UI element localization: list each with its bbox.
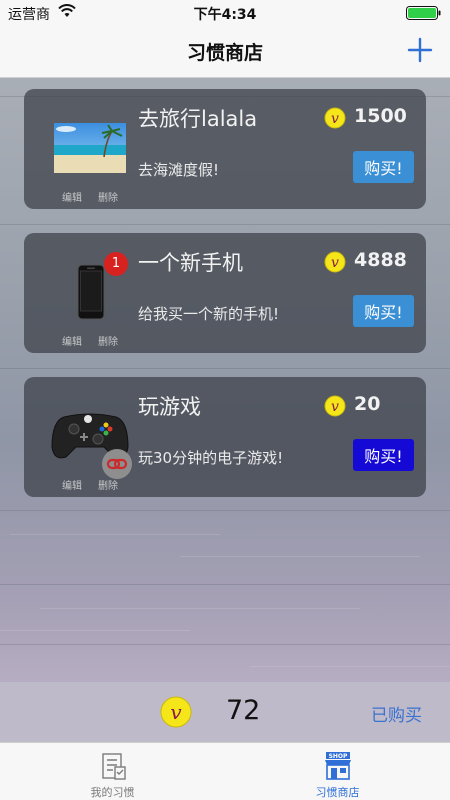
shop-item-list[interactable]: 去旅行lalala v 1500 去海滩度假! 购买! 编辑 删除 1 一个新手… xyxy=(0,78,450,682)
coin-icon: v xyxy=(160,696,192,728)
buy-button[interactable]: 购买! xyxy=(353,439,414,471)
add-item-button[interactable] xyxy=(404,34,436,66)
coin-icon: v xyxy=(324,395,346,417)
svg-text:v: v xyxy=(331,399,339,415)
item-title: 去旅行lalala xyxy=(138,107,258,131)
coin-balance: 72 xyxy=(226,695,261,726)
edit-button[interactable]: 编辑 xyxy=(62,333,82,348)
coin-icon: v xyxy=(324,107,346,129)
shop-item-card[interactable]: 玩游戏 v 20 玩30分钟的电子游戏! 购买! 编辑 删除 xyxy=(24,377,426,497)
beach-photo xyxy=(54,123,126,173)
item-description: 玩30分钟的电子游戏! xyxy=(138,449,284,467)
delete-button[interactable]: 删除 xyxy=(98,189,118,204)
shop-item-card[interactable]: 去旅行lalala v 1500 去海滩度假! 购买! 编辑 删除 xyxy=(24,89,426,209)
buy-button[interactable]: 购买! xyxy=(353,295,414,327)
purchased-button[interactable]: 已购买 xyxy=(371,701,422,726)
status-bar: 运营商 下午4:34 xyxy=(0,0,450,26)
svg-text:v: v xyxy=(331,255,339,271)
habit-list-icon xyxy=(102,753,126,780)
page-title: 习惯商店 xyxy=(186,42,263,64)
link-icon xyxy=(102,449,132,479)
tab-label: 我的习惯 xyxy=(90,786,135,799)
coin-icon: v xyxy=(324,251,346,273)
clock-time: 下午4:34 xyxy=(193,7,257,23)
tab-bar: 我的习惯 SHOP 习惯商店 xyxy=(0,742,450,800)
item-title: 玩游戏 xyxy=(138,395,201,419)
delete-button[interactable]: 删除 xyxy=(98,333,118,348)
tab-my-habits[interactable]: 我的习惯 xyxy=(0,743,225,800)
navigation-bar: 习惯商店 xyxy=(0,26,450,78)
item-description: 给我买一个新的手机! xyxy=(138,305,280,323)
svg-text:v: v xyxy=(170,700,182,724)
balance-bar: v 72 已购买 xyxy=(0,682,450,742)
edit-button[interactable]: 编辑 xyxy=(62,477,82,492)
item-price: 4888 xyxy=(354,249,407,271)
item-price: 1500 xyxy=(354,105,407,127)
svg-text:v: v xyxy=(331,111,339,127)
shop-item-card[interactable]: 1 一个新手机 v 4888 给我买一个新的手机! 购买! 编辑 删除 xyxy=(24,233,426,353)
tab-label: 习惯商店 xyxy=(315,786,360,799)
item-description: 去海滩度假! xyxy=(138,161,220,179)
item-badge: 1 xyxy=(104,252,128,276)
battery-icon xyxy=(406,6,441,20)
item-title: 一个新手机 xyxy=(138,251,243,275)
item-price: 20 xyxy=(354,393,381,415)
buy-button[interactable]: 购买! xyxy=(353,151,414,183)
delete-button[interactable]: 删除 xyxy=(98,477,118,492)
shop-icon: SHOP xyxy=(325,752,351,780)
shop-sign-text: SHOP xyxy=(329,753,348,760)
tab-habit-shop[interactable]: SHOP 习惯商店 xyxy=(225,743,450,800)
edit-button[interactable]: 编辑 xyxy=(62,189,82,204)
